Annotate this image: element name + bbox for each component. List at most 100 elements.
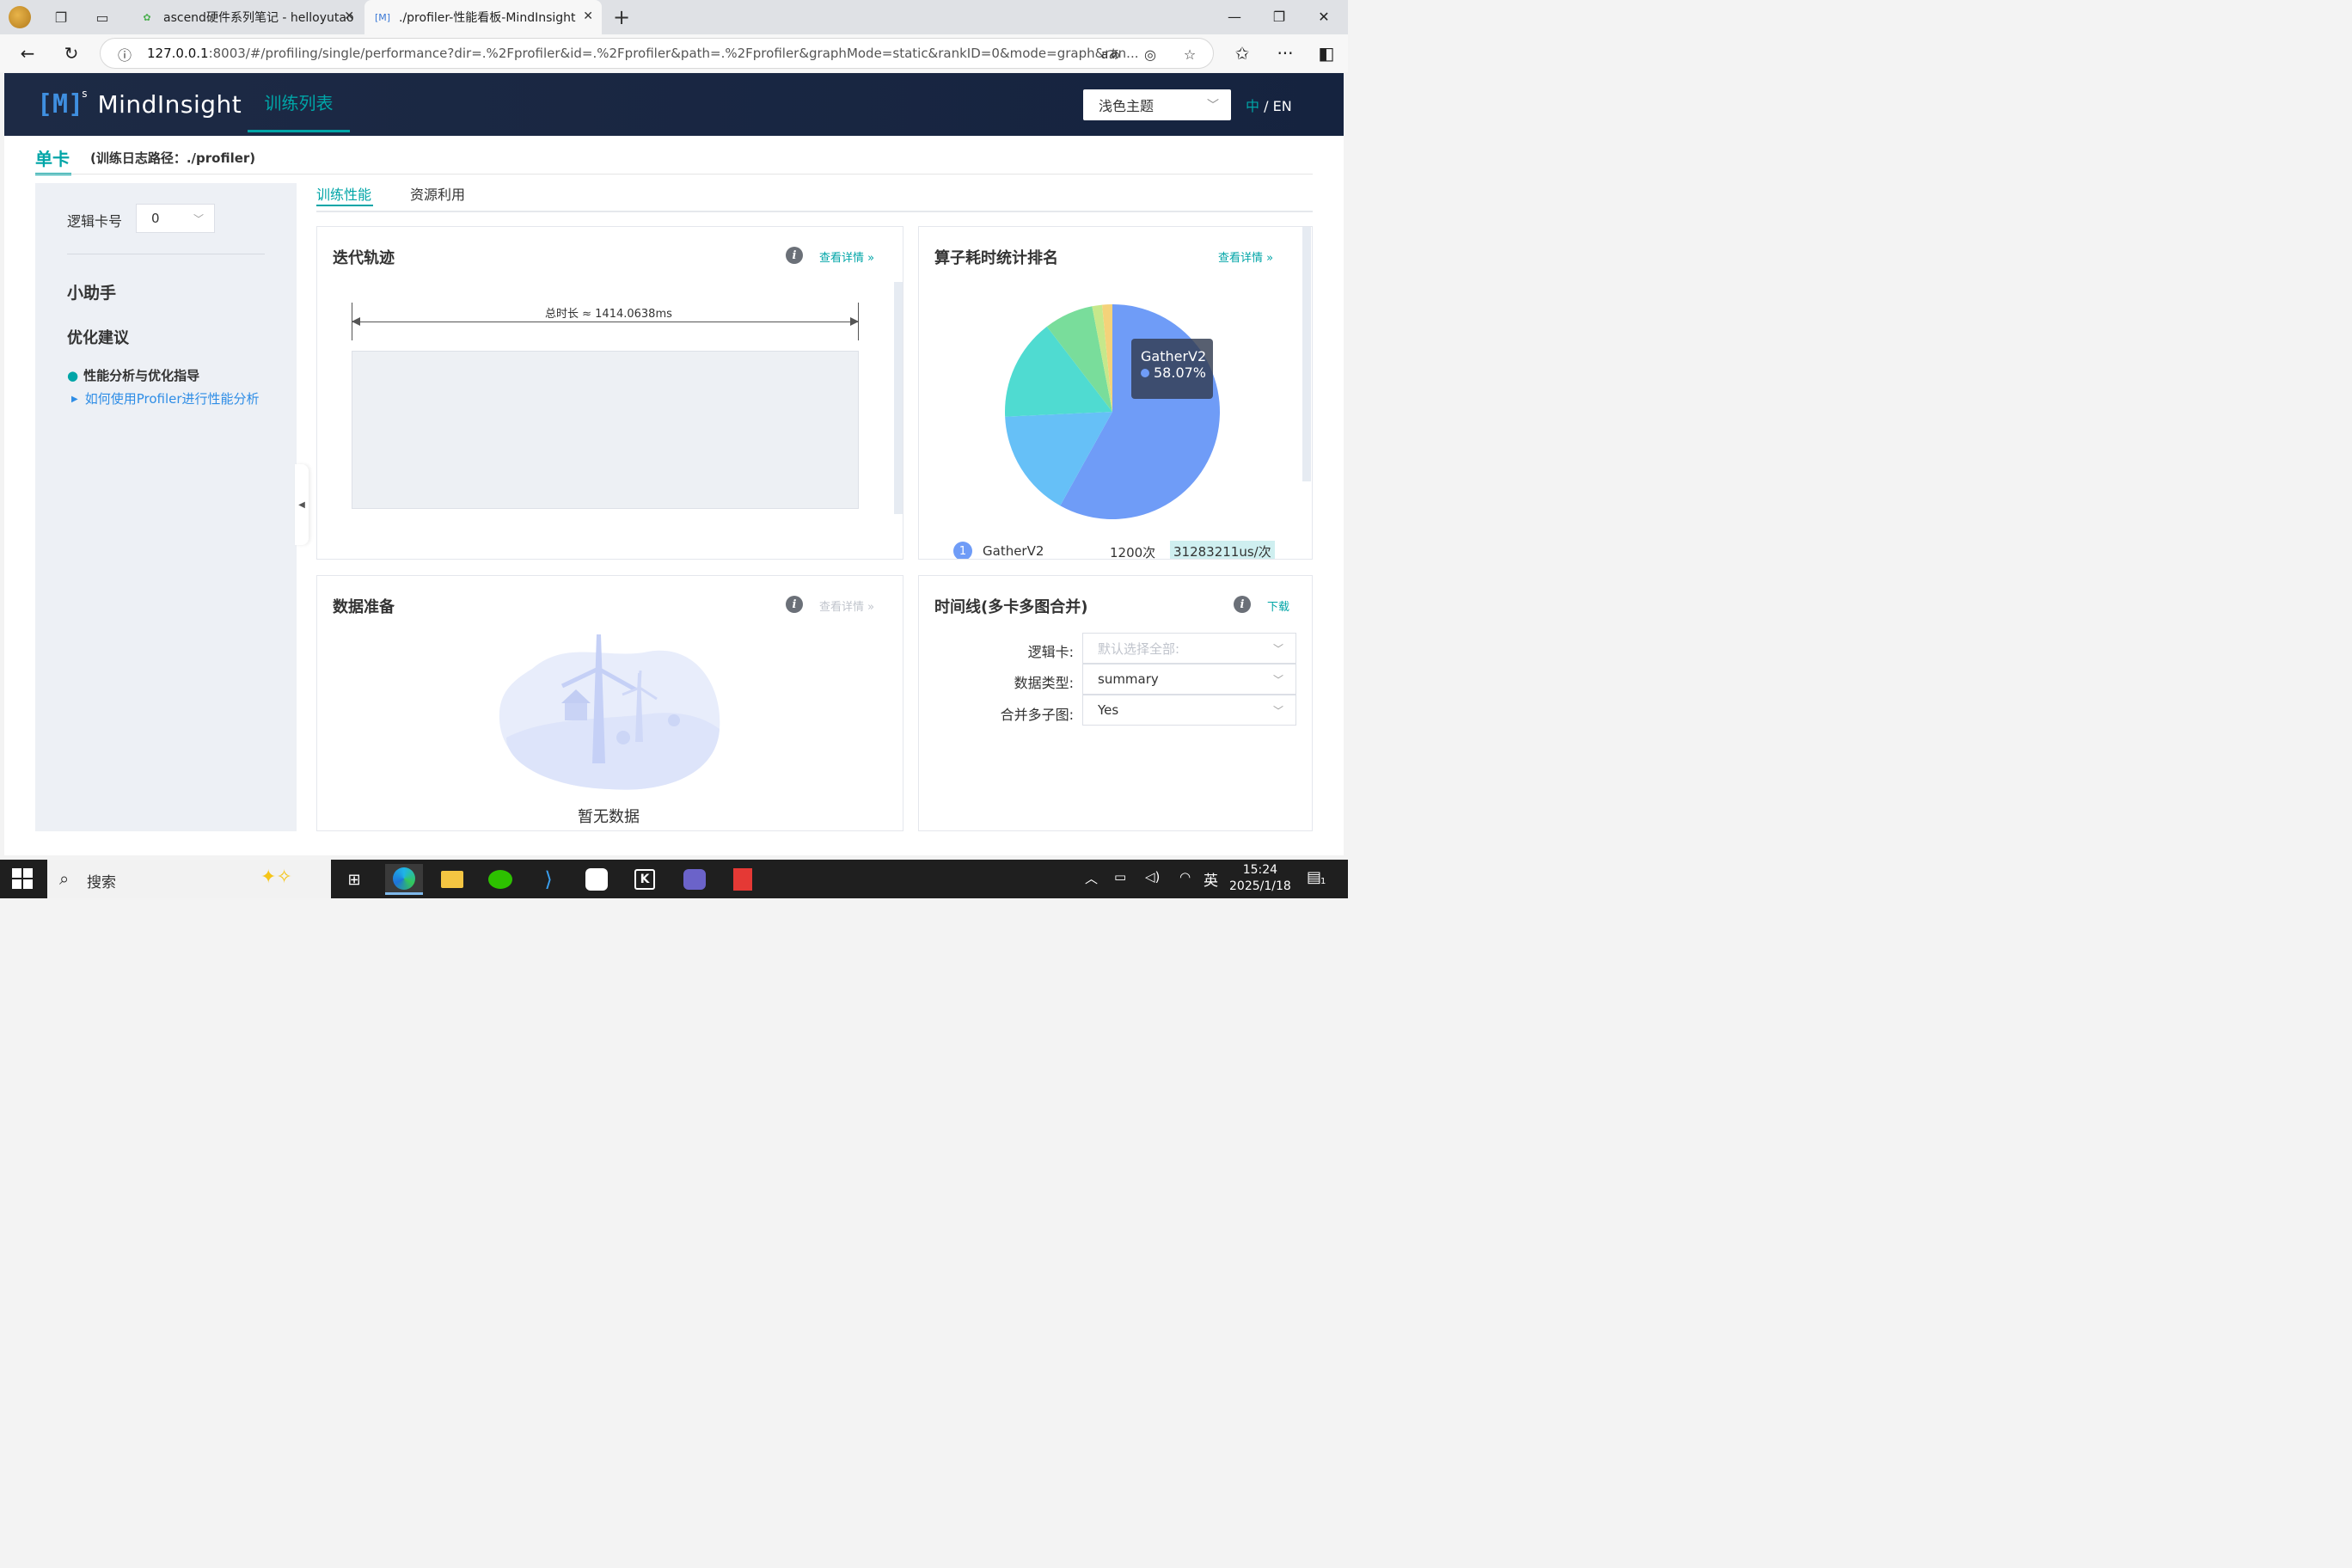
operator-count: 1200次: [1110, 545, 1156, 560]
wechat-icon[interactable]: [481, 864, 519, 895]
tab-underline: [316, 205, 373, 206]
view-details-link: 查看详情 »: [819, 601, 875, 614]
cat-app-icon[interactable]: [676, 864, 714, 895]
nav-train-list[interactable]: 训练列表: [248, 73, 350, 132]
operator-ranking-card: 算子耗时统计排名 查看详情 » GatherV2 58.07% 1 Gather…: [918, 226, 1313, 560]
pie-tooltip: GatherV2 58.07%: [1131, 339, 1213, 399]
url-input[interactable]: ⓘ 127.0.0.1:8003/#/profiling/single/perf…: [100, 38, 1214, 69]
collapse-panel-button[interactable]: ◀: [295, 464, 309, 545]
qq-icon[interactable]: [578, 864, 616, 895]
read-aloud-icon[interactable]: aあ: [1099, 44, 1122, 64]
suggest-link-profiler[interactable]: ▶ 如何使用Profiler进行性能分析: [71, 389, 269, 411]
mindinsight-tab-icon: [M]: [374, 11, 391, 23]
search-icon: ⌕: [59, 868, 70, 889]
arrow-right-icon: [850, 317, 859, 326]
info-icon[interactable]: i: [786, 596, 803, 613]
suggest-item-guide: ● 性能分析与优化指导: [67, 368, 200, 383]
view-details-link[interactable]: 查看详情 »: [819, 248, 874, 265]
workspaces-icon[interactable]: ❐: [50, 6, 72, 28]
no-data-text: 暂无数据: [578, 808, 640, 826]
minimize-icon[interactable]: —: [1212, 0, 1257, 33]
data-type-select[interactable]: summary ﹀: [1082, 664, 1296, 695]
lang-en[interactable]: EN: [1273, 98, 1292, 114]
iteration-chart-area: [352, 351, 859, 509]
red-app-icon[interactable]: [724, 864, 762, 895]
lang-zh[interactable]: 中: [1246, 98, 1259, 114]
total-duration-label: 总时长 ≈ 1414.0638ms: [545, 308, 672, 321]
suggest-title: 优化建议: [67, 329, 129, 347]
refresh-icon[interactable]: ↻: [58, 41, 84, 65]
rank-select[interactable]: 0 ﹀: [136, 204, 215, 233]
scrollbar[interactable]: [894, 282, 903, 514]
series-dot-icon: [1141, 369, 1149, 377]
merge-subgraph-select[interactable]: Yes ﹀: [1082, 695, 1296, 726]
wifi-icon[interactable]: ◠: [1179, 869, 1191, 885]
chevron-down-icon: ﹀: [1272, 705, 1283, 717]
close-icon[interactable]: ✕: [583, 9, 593, 23]
theme-select[interactable]: 浅色主题 ﹀: [1083, 89, 1231, 120]
tab-divider: [316, 211, 1313, 212]
download-link[interactable]: 下载: [1267, 597, 1289, 614]
file-explorer-icon[interactable]: [433, 864, 471, 895]
task-view-icon[interactable]: ⊞: [335, 864, 373, 895]
tab-resource-usage[interactable]: 资源利用: [410, 183, 465, 204]
info-icon[interactable]: i: [1234, 596, 1251, 613]
windows-start-icon[interactable]: [12, 868, 33, 889]
rank-badge: 1: [953, 542, 972, 559]
chevron-up-icon[interactable]: ︿: [1085, 869, 1098, 887]
leaf-icon: ✿: [143, 11, 151, 23]
operator-time: 31283211us/次: [1170, 541, 1275, 559]
browser-tab-strip: ❐ ▭ ✿ ascend硬件系列笔记 - helloyutao ✕ [M] ./…: [0, 0, 1348, 34]
tab-title: ./profiler-性能看板-MindInsight: [399, 11, 576, 25]
bullet-icon: ●: [67, 368, 79, 383]
card-title: 算子耗时统计排名: [934, 249, 1058, 267]
edge-extension-icon[interactable]: ◎: [1139, 44, 1161, 64]
iteration-trace-card: 迭代轨迹 i 查看详情 » 总时长 ≈ 1414.0638ms: [316, 226, 903, 560]
notification-icon[interactable]: ▤: [1307, 868, 1321, 886]
arrow-left-icon: [352, 317, 360, 326]
log-path: (训练日志路径：./profiler): [90, 150, 256, 166]
chevron-down-icon: ﹀: [1207, 99, 1219, 113]
vscode-icon[interactable]: ⟩: [530, 864, 567, 895]
rank-label: 逻辑卡:: [1027, 644, 1074, 660]
ime-indicator[interactable]: 英: [1204, 868, 1218, 890]
single-card-tab[interactable]: 单卡: [35, 145, 70, 170]
rank-multiselect[interactable]: 默认选择全部: ﹀: [1082, 633, 1296, 664]
volume-icon[interactable]: ◁): [1145, 869, 1160, 885]
edge-browser-icon[interactable]: [385, 864, 423, 895]
favorites-icon[interactable]: ✩: [1229, 41, 1255, 65]
scrollbar[interactable]: [1302, 227, 1311, 481]
back-icon[interactable]: ←: [15, 41, 40, 65]
mindinsight-logo[interactable]: [M] s MindInsight: [37, 88, 242, 119]
favorite-star-icon[interactable]: ☆: [1179, 44, 1201, 64]
sidebar-toggle-icon[interactable]: ◧: [1314, 41, 1339, 65]
system-clock[interactable]: 15:24 2025/1/18: [1229, 862, 1291, 895]
k-app-icon[interactable]: K: [626, 864, 664, 895]
close-icon[interactable]: ✕: [344, 9, 354, 23]
triangle-right-icon: ▶: [71, 395, 78, 404]
view-details-link[interactable]: 查看详情 »: [1218, 248, 1273, 265]
more-icon[interactable]: ···: [1272, 41, 1298, 65]
card-title: 时间线(多卡多图合并): [934, 598, 1088, 616]
app-header: [M] s MindInsight 训练列表 浅色主题 ﹀ 中 / EN: [4, 73, 1344, 136]
language-switch: 中 / EN: [1246, 98, 1292, 114]
operator-pie-chart: [1005, 304, 1220, 519]
tab-training-performance[interactable]: 训练性能: [316, 183, 371, 204]
new-tab-icon[interactable]: +: [610, 5, 633, 29]
address-bar-row: ← ↻ ⓘ 127.0.0.1:8003/#/profiling/single/…: [0, 34, 1348, 72]
tab-helloyutao[interactable]: ✿ ascend硬件系列笔记 - helloyutao ✕: [129, 0, 363, 34]
merge-subgraph-label: 合并多子图:: [1000, 707, 1074, 723]
taskbar-search[interactable]: ⌕ 搜索 ✦✧: [47, 860, 331, 898]
tab-profiler[interactable]: [M] ./profiler-性能看板-MindInsight ✕: [364, 0, 602, 34]
rank-label: 逻辑卡号: [67, 213, 123, 230]
profile-avatar-icon[interactable]: [9, 6, 31, 28]
battery-icon[interactable]: ▭: [1114, 869, 1126, 885]
tab-actions-icon[interactable]: ▭: [91, 6, 113, 28]
no-data-illustration: [499, 634, 720, 790]
site-info-icon[interactable]: ⓘ: [113, 44, 136, 64]
copilot-sparkle-icon: ✦✧: [260, 867, 292, 888]
restore-icon[interactable]: ❐: [1257, 0, 1302, 33]
helper-title: 小助手: [67, 284, 117, 303]
close-window-icon[interactable]: ✕: [1302, 0, 1346, 33]
info-icon[interactable]: i: [786, 247, 803, 264]
